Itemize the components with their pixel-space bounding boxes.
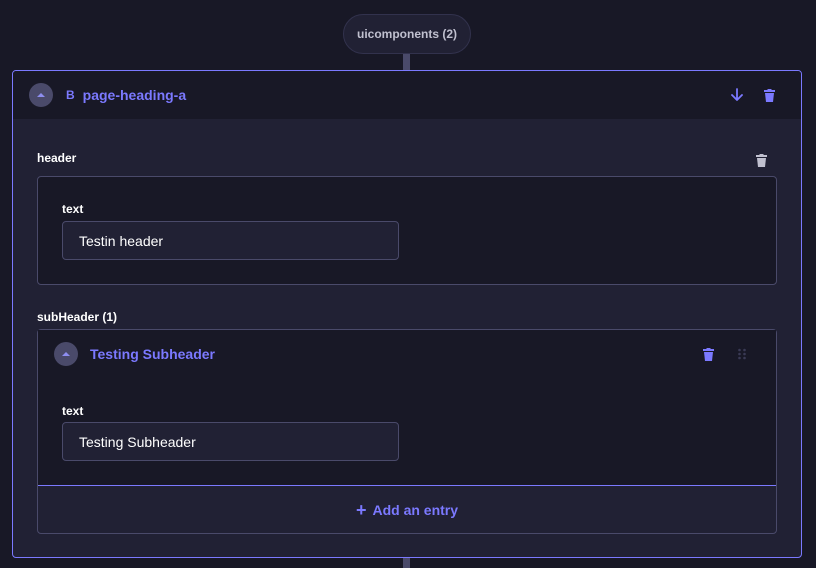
delete-header-button[interactable]: [753, 152, 769, 168]
top-connector: [403, 52, 410, 72]
subheader-text-label: text: [62, 404, 84, 418]
subheader-list: Testing Subheader text + Add an entry: [37, 329, 777, 534]
subheader-text-input[interactable]: [62, 422, 399, 461]
subheader-entry: Testing Subheader text: [38, 330, 776, 486]
drag-icon: [738, 348, 746, 360]
collapse-button[interactable]: [29, 83, 53, 107]
header-group: text: [37, 176, 777, 285]
chevron-up-icon: [62, 352, 70, 356]
bottom-connector: [403, 557, 410, 568]
drag-handle[interactable]: [734, 346, 750, 362]
header-text-input[interactable]: [62, 221, 399, 260]
trash-icon: [702, 347, 714, 361]
move-down-button[interactable]: [729, 87, 745, 103]
header-text-label: text: [62, 202, 84, 216]
component-icon: B: [66, 88, 75, 102]
component-title: B page-heading-a: [66, 71, 186, 119]
trash-icon: [763, 88, 775, 102]
delete-entry-button[interactable]: [700, 346, 716, 362]
trash-icon: [755, 153, 767, 167]
delete-component-button[interactable]: [761, 87, 777, 103]
arrow-down-icon: [731, 88, 743, 101]
dynamic-zone-label: uicomponents (2): [343, 14, 471, 54]
add-entry-label: Add an entry: [372, 501, 459, 518]
component-header[interactable]: B page-heading-a: [13, 71, 801, 119]
collapse-entry-button[interactable]: [54, 342, 78, 366]
component-page-heading: B page-heading-a header text subHeader (…: [12, 70, 802, 558]
chevron-up-icon: [37, 93, 45, 97]
component-name: page-heading-a: [82, 87, 187, 103]
subheader-label: subHeader (1): [37, 310, 118, 324]
subheader-entry-title[interactable]: Testing Subheader: [90, 330, 215, 378]
add-entry-button[interactable]: + Add an entry: [38, 485, 776, 534]
plus-icon: +: [355, 499, 367, 520]
header-label: header: [37, 151, 77, 165]
